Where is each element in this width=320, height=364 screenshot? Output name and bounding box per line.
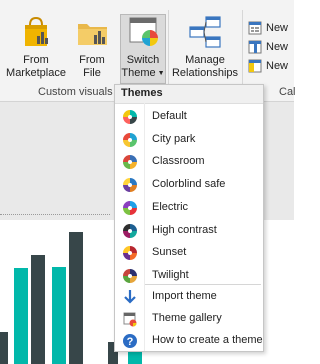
- theme-item-label: Sunset: [152, 246, 187, 258]
- new-table-label: New: [266, 60, 289, 72]
- theme-item-default[interactable]: Default: [115, 106, 263, 128]
- theme-item-label: Default: [152, 110, 187, 122]
- theme-item-label: City park: [152, 133, 196, 145]
- dropdown-caret-icon: ▼: [157, 70, 165, 77]
- switch-theme-label-2: Theme: [121, 67, 156, 79]
- chart-bar: [31, 255, 45, 364]
- switch-theme-label-1: Switch: [126, 54, 160, 66]
- switch-theme-icon: [129, 17, 158, 46]
- palette-icon: [123, 155, 137, 169]
- new-table-icon: [248, 59, 262, 73]
- shopping-bag-icon: [25, 16, 48, 46]
- svg-text:?: ?: [127, 336, 134, 348]
- chart-bar: [0, 332, 8, 364]
- how-to-create-theme-item[interactable]: ? How to create a theme: [115, 330, 263, 352]
- theme-item-electric[interactable]: Electric: [115, 197, 263, 219]
- from-file-button[interactable]: From File: [72, 14, 112, 86]
- chart-bar: [52, 267, 66, 364]
- from-file-label-1: From: [79, 54, 105, 66]
- chart-bar: [69, 232, 83, 364]
- theme-item-city-park[interactable]: City park: [115, 129, 263, 151]
- theme-item-high-contrast[interactable]: High contrast: [115, 220, 263, 242]
- theme-item-label: Twilight: [152, 269, 189, 281]
- import-theme-label: Import theme: [152, 290, 217, 302]
- switch-theme-button[interactable]: Switch Theme ▼: [120, 14, 166, 84]
- import-arrow-icon: [124, 290, 136, 304]
- new-measure-icon: [248, 21, 262, 35]
- chart-bar: [14, 268, 28, 364]
- folder-chart-icon: [78, 24, 107, 45]
- menu-separator: [145, 284, 261, 285]
- from-marketplace-label-1: From: [23, 54, 49, 66]
- theme-item-sunset[interactable]: Sunset: [115, 242, 263, 264]
- help-icon: ?: [123, 334, 137, 348]
- theme-item-label: High contrast: [152, 224, 217, 236]
- relationships-icon: [189, 16, 221, 48]
- theme-item-classroom[interactable]: Classroom: [115, 151, 263, 173]
- theme-gallery-item[interactable]: Theme gallery: [115, 308, 263, 330]
- palette-icon: [123, 201, 137, 215]
- manage-relationships-button[interactable]: Manage Relationships: [170, 14, 240, 86]
- theme-item-label: Classroom: [152, 155, 205, 167]
- from-marketplace-label-2: Marketplace: [6, 67, 66, 79]
- import-theme-item[interactable]: Import theme: [115, 286, 263, 308]
- theme-item-label: Colorblind safe: [152, 178, 226, 190]
- manage-relationships-label-2: Relationships: [171, 67, 239, 79]
- how-to-create-theme-label: How to create a theme: [152, 334, 263, 346]
- palette-icon: [123, 269, 137, 283]
- theme-gallery-icon: [123, 312, 137, 327]
- palette-icon: [123, 110, 137, 124]
- new-measure-label: New: [266, 22, 289, 34]
- palette-icon: [123, 246, 137, 260]
- dotted-divider: [0, 214, 110, 215]
- palette-icon: [123, 224, 137, 238]
- manage-relationships-label-1: Manage: [185, 54, 225, 66]
- new-column-label: New: [266, 41, 289, 53]
- palette-icon: [123, 133, 137, 147]
- calculations-group-label: Cal: [279, 86, 296, 98]
- theme-item-colorblind-safe[interactable]: Colorblind safe: [115, 174, 263, 196]
- chart-bar: [128, 352, 142, 364]
- themes-menu-header: Themes: [121, 87, 163, 99]
- new-column-icon: [248, 40, 262, 54]
- theme-item-label: Electric: [152, 201, 189, 213]
- theme-gallery-label: Theme gallery: [152, 312, 222, 324]
- palette-icon: [123, 178, 137, 192]
- from-file-label-2: File: [83, 67, 101, 79]
- themes-menu: Themes Default City park Classroom Colorbli…: [114, 84, 264, 352]
- custom-visuals-group-label: Custom visuals: [38, 86, 113, 98]
- from-marketplace-button[interactable]: From Marketplace: [6, 14, 66, 86]
